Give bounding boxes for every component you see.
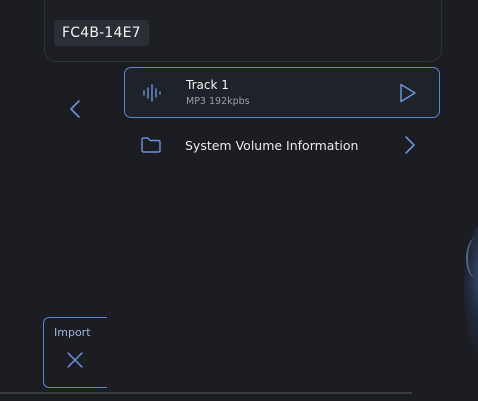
- import-label: Import: [54, 326, 91, 339]
- track-row[interactable]: Track 1 MP3 192kpbs: [124, 67, 440, 118]
- close-icon: [67, 352, 83, 368]
- file-browser-screen: FC4B-14E7 Track 1 MP3 192kpbs System Vol…: [0, 0, 478, 401]
- chevron-left-icon: [70, 100, 80, 118]
- bottom-divider: [0, 392, 412, 394]
- track-title: Track 1: [186, 78, 229, 92]
- import-button[interactable]: Import: [43, 317, 107, 388]
- waveform-icon: [143, 84, 161, 102]
- folder-row[interactable]: System Volume Information: [124, 128, 440, 164]
- track-format: MP3 192kpbs: [186, 96, 250, 107]
- play-button[interactable]: [395, 81, 419, 105]
- play-icon: [400, 83, 416, 103]
- device-id-badge: FC4B-14E7: [54, 20, 149, 46]
- folder-name: System Volume Information: [185, 138, 359, 153]
- back-button[interactable]: [62, 96, 88, 122]
- folder-icon: [141, 137, 161, 153]
- chevron-right-icon: [405, 136, 415, 154]
